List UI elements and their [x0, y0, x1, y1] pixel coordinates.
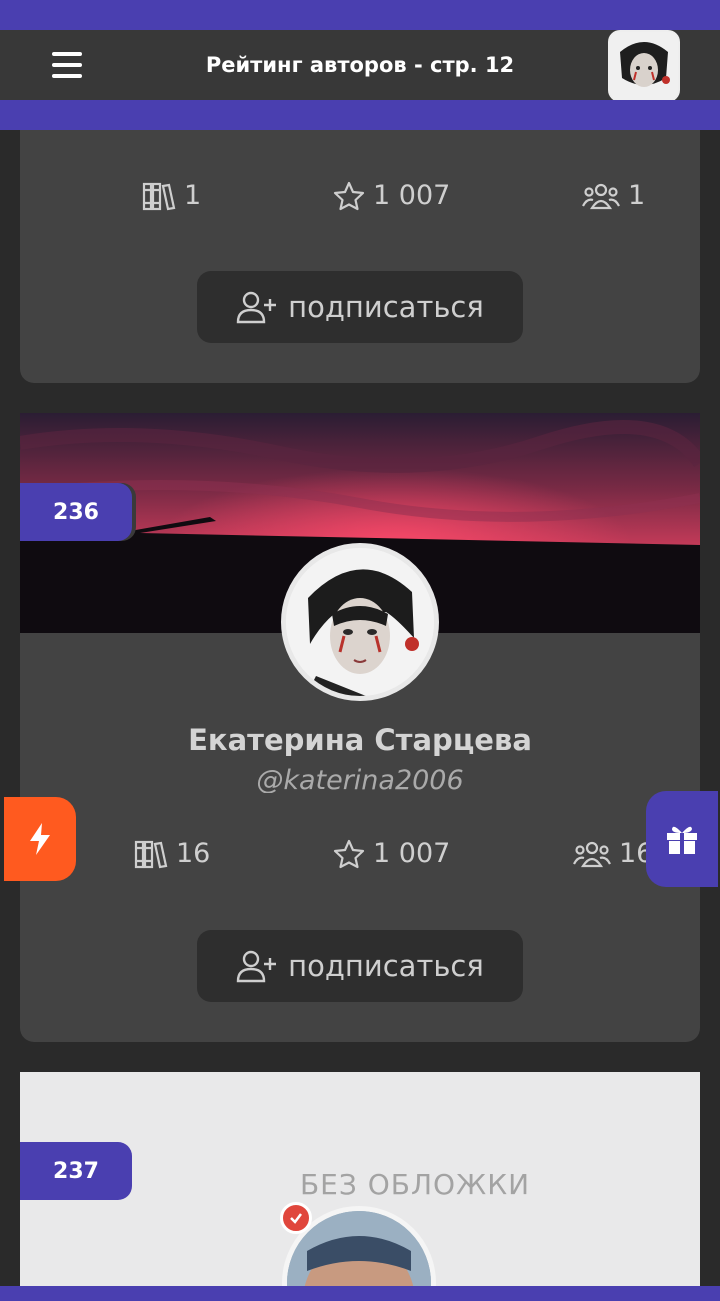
- page-title: Рейтинг авторов - стр. 12: [205, 53, 515, 77]
- followers-stat: 16: [573, 838, 653, 869]
- rank-badge: 236: [20, 483, 132, 541]
- rating-value: 1 007: [373, 838, 451, 869]
- followers-stat: 1: [582, 180, 645, 211]
- gift-icon: [667, 826, 697, 854]
- gift-button[interactable]: [646, 791, 718, 887]
- users-icon: [573, 841, 611, 867]
- books-icon: [134, 840, 168, 868]
- users-icon: [582, 183, 620, 209]
- author-handle: @katerina2006: [256, 765, 464, 793]
- star-icon: [333, 839, 365, 868]
- books-stat: 1: [142, 180, 201, 211]
- star-icon: [333, 181, 365, 210]
- rating-stat: 1 007: [333, 838, 450, 869]
- stats-row: 16 1 007 16: [20, 838, 700, 878]
- boost-button[interactable]: [4, 797, 76, 881]
- top-accent-bar: [0, 0, 720, 30]
- subscribe-label: подписаться: [288, 290, 484, 324]
- user-plus-icon: [236, 291, 277, 324]
- subscribe-button[interactable]: подписаться: [197, 271, 523, 343]
- books-count: 1: [184, 180, 202, 211]
- verified-icon: [280, 1202, 312, 1234]
- no-cover-label: БЕЗ ОБЛОЖКИ: [299, 1168, 531, 1201]
- author-name[interactable]: Екатерина Старцева: [20, 723, 700, 757]
- bolt-icon: [30, 823, 50, 855]
- subscribe-label: подписаться: [288, 949, 484, 983]
- author-avatar[interactable]: [281, 543, 439, 701]
- author-card: 236 Екатерина Старцева @katerina2006 16 …: [20, 413, 700, 1042]
- books-stat: 16: [134, 838, 210, 869]
- books-icon: [142, 182, 176, 210]
- author-card: 237 БЕЗ ОБЛОЖКИ: [20, 1072, 700, 1301]
- books-count: 16: [176, 838, 211, 869]
- header-accent-bar: [0, 100, 720, 130]
- bottom-accent-bar: [0, 1286, 720, 1301]
- followers-count: 1: [628, 180, 646, 211]
- menu-icon[interactable]: [52, 52, 82, 78]
- subscribe-button[interactable]: подписаться: [197, 930, 523, 1002]
- app-header: Рейтинг авторов - стр. 12: [0, 30, 720, 102]
- stats-row: 1 1 007 1: [20, 180, 700, 220]
- user-plus-icon: [236, 950, 277, 983]
- user-avatar[interactable]: [608, 30, 680, 102]
- rating-value: 1 007: [373, 180, 451, 211]
- rating-stat: 1 007: [333, 180, 450, 211]
- author-card: 1 1 007 1 подписаться: [20, 130, 700, 383]
